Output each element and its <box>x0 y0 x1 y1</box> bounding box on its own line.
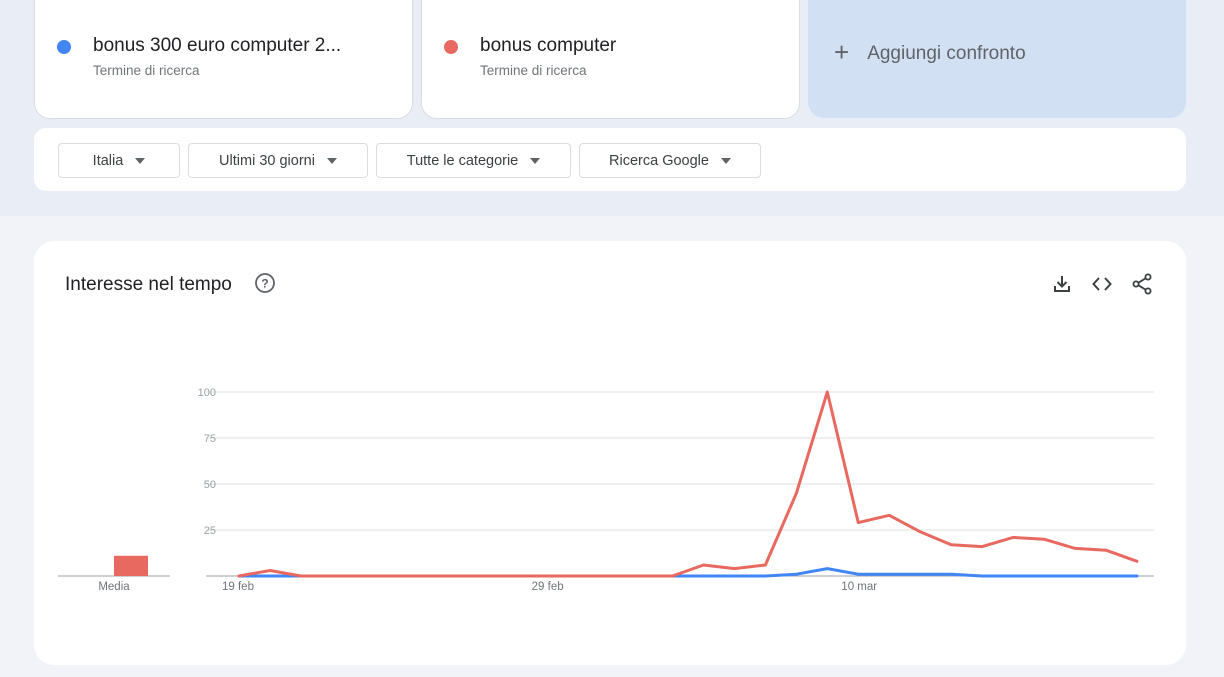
dropdown-arrow-icon <box>135 157 146 164</box>
search-type-filter-dropdown[interactable]: Ricerca Google <box>579 143 761 178</box>
category-filter-label: Tutte le categorie <box>406 152 519 169</box>
time-range-filter-label: Ultimi 30 giorni <box>219 152 315 169</box>
search-term-name[interactable]: bonus 300 euro computer 2... <box>93 35 393 57</box>
plus-icon: + <box>834 36 850 67</box>
search-type-filter-label: Ricerca Google <box>609 152 709 169</box>
interest-over-time-panel: Interesse nel tempo ? 25 50 75 100 19 feb 29 … <box>34 241 1186 665</box>
search-term-type: Termine di ricerca <box>480 63 587 78</box>
y-tick-label: 100 <box>198 387 216 399</box>
dropdown-arrow-icon <box>326 157 337 164</box>
series-color-dot <box>444 40 458 54</box>
category-filter-dropdown[interactable]: Tutte le categorie <box>376 143 571 178</box>
interest-line-chart: 25 50 75 100 19 feb 29 feb 10 mar Media <box>58 387 1154 593</box>
dropdown-arrow-icon <box>720 157 731 164</box>
average-bar <box>114 555 148 576</box>
region-filter-label: Italia <box>92 152 124 169</box>
y-tick-label: 75 <box>204 433 216 445</box>
average-label: Media <box>98 581 130 593</box>
search-term-card-2[interactable]: bonus computer Termine di ricerca <box>421 0 800 119</box>
dropdown-arrow-icon <box>530 157 541 164</box>
search-term-name[interactable]: bonus computer <box>480 35 780 57</box>
time-range-filter-dropdown[interactable]: Ultimi 30 giorni <box>188 143 368 178</box>
x-tick-label: 29 feb <box>532 581 564 593</box>
x-tick-label: 19 feb <box>222 581 254 593</box>
x-tick-label: 10 mar <box>841 581 877 593</box>
search-term-type: Termine di ricerca <box>93 63 200 78</box>
y-tick-label: 25 <box>204 525 216 537</box>
search-term-card-1[interactable]: bonus 300 euro computer 2... Termine di … <box>34 0 413 119</box>
filter-bar: Italia Ultimi 30 giorni Tutte le categor… <box>34 128 1186 191</box>
add-comparison-button[interactable]: + Aggiungi confronto <box>808 0 1186 118</box>
y-tick-label: 50 <box>204 479 216 491</box>
series-color-dot <box>57 40 71 54</box>
region-filter-dropdown[interactable]: Italia <box>58 143 180 178</box>
add-comparison-label: Aggiungi confronto <box>867 43 1026 64</box>
